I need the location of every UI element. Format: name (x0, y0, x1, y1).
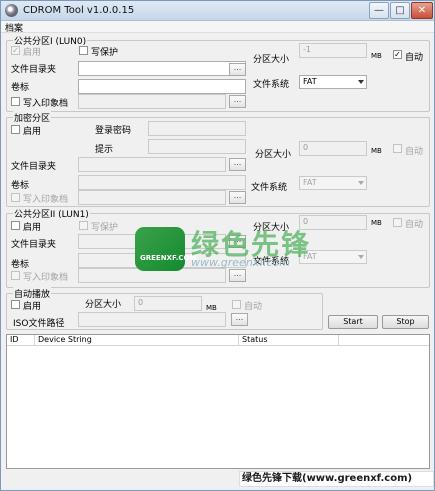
write-image-checkbox[interactable] (11, 97, 20, 106)
dir-label: 文件目录夹 (11, 65, 57, 75)
fs-label: 文件系统 (253, 80, 290, 90)
hint-field[interactable] (148, 139, 246, 154)
start-button[interactable]: Start (328, 315, 378, 329)
fs-select[interactable]: FAT (299, 176, 367, 190)
enable-checkbox[interactable] (11, 300, 20, 309)
auto-checkbox[interactable] (232, 300, 241, 309)
write-image-checkbox[interactable] (11, 193, 20, 202)
enable-checkbox[interactable]: ✓ (11, 46, 20, 55)
device-table[interactable]: ID Device String Status (6, 334, 430, 469)
enable-checkbox[interactable] (11, 125, 20, 134)
size-field[interactable]: 0 (134, 296, 202, 311)
write-image-label: 写入印象档 (23, 273, 69, 283)
menu-file[interactable]: 档案 (5, 21, 23, 34)
auto-checkbox[interactable]: ✓ (393, 50, 402, 59)
size-unit: MB (206, 304, 217, 312)
size-label: 分区大小 (253, 223, 290, 233)
image-field[interactable] (78, 190, 226, 205)
group-title: 加密分区 (13, 111, 52, 124)
browse-iso-button[interactable]: ... (231, 313, 248, 326)
menu-bar: 档案 (1, 21, 434, 34)
chevron-down-icon (358, 255, 364, 259)
stop-button[interactable]: Stop (382, 315, 429, 329)
fs-select[interactable]: FAT (299, 75, 367, 89)
fs-label: 文件系统 (251, 183, 288, 193)
browse-dir-button[interactable]: ... (229, 63, 246, 76)
enable-label: 启用 (23, 302, 42, 312)
minimize-button[interactable]: — (369, 2, 389, 19)
maximize-button[interactable]: □ (390, 2, 410, 19)
password-field[interactable] (148, 121, 246, 136)
column-header-status[interactable]: Status (239, 335, 339, 346)
browse-image-button[interactable]: ... (229, 191, 246, 204)
image-field[interactable] (78, 268, 226, 283)
chevron-down-icon (358, 181, 364, 185)
auto-checkbox[interactable] (393, 218, 402, 227)
group-title: 公共分区II (LUN1) (13, 207, 90, 220)
writeprotect-label: 写保护 (91, 48, 119, 58)
browse-dir-button[interactable]: ... (229, 158, 246, 171)
volume-label: 卷标 (11, 260, 30, 270)
window-title: CDROM Tool v1.0.0.15 (23, 5, 135, 16)
volume-field[interactable] (78, 253, 246, 268)
auto-label: 自动 (244, 302, 263, 312)
size-label: 分区大小 (85, 300, 122, 310)
title-bar[interactable]: CDROM Tool v1.0.0.15 — □ ✕ (1, 1, 434, 21)
fs-label: 文件系统 (253, 257, 290, 267)
fs-select[interactable]: FAT (299, 250, 367, 264)
auto-label: 自动 (405, 147, 424, 157)
write-image-label: 写入印象档 (23, 195, 69, 205)
dir-field[interactable] (78, 157, 226, 172)
dir-field[interactable] (78, 61, 246, 76)
hint-label: 提示 (95, 145, 114, 155)
volume-field[interactable] (78, 79, 246, 94)
writeprotect-label: 写保护 (91, 223, 119, 233)
watermark-banner: 绿色先锋下载(www.greenxf.com) (239, 471, 434, 487)
writeprotect-checkbox[interactable] (79, 221, 88, 230)
write-image-label: 写入印象档 (23, 99, 69, 109)
password-label: 登录密码 (95, 126, 132, 136)
browse-image-button[interactable]: ... (229, 269, 246, 282)
size-field[interactable]: 0 (299, 215, 367, 230)
dir-field[interactable] (78, 234, 226, 249)
enable-label: 启用 (23, 48, 42, 58)
browse-image-button[interactable]: ... (229, 95, 246, 108)
write-image-checkbox[interactable] (11, 271, 20, 280)
writeprotect-checkbox[interactable] (79, 46, 88, 55)
dir-label: 文件目录夹 (11, 240, 57, 250)
auto-label: 自动 (405, 220, 424, 230)
enable-label: 启用 (23, 223, 42, 233)
image-field[interactable] (78, 94, 226, 109)
size-unit: MB (371, 52, 382, 60)
size-label: 分区大小 (255, 150, 292, 160)
volume-label: 卷标 (11, 181, 30, 191)
column-header-device-string[interactable]: Device String (35, 335, 239, 346)
enable-checkbox[interactable] (11, 221, 20, 230)
browse-dir-button[interactable]: ... (229, 235, 246, 248)
auto-checkbox[interactable] (393, 144, 402, 153)
close-button[interactable]: ✕ (411, 2, 433, 19)
size-field[interactable]: 0 (299, 141, 367, 156)
dir-label: 文件目录夹 (11, 162, 57, 172)
auto-label: 自动 (405, 53, 424, 63)
size-label: 分区大小 (253, 55, 290, 65)
volume-field[interactable] (78, 175, 246, 190)
enable-label: 启用 (23, 127, 42, 137)
column-header-id[interactable]: ID (7, 335, 35, 346)
iso-path-label: ISO文件路径 (13, 319, 65, 329)
cdrom-icon (5, 4, 18, 17)
column-header-empty (339, 335, 429, 346)
app-window: CDROM Tool v1.0.0.15 — □ ✕ 档案 公共分区I (LUN… (0, 0, 435, 491)
iso-path-field[interactable] (78, 312, 226, 327)
volume-label: 卷标 (11, 83, 30, 93)
size-field[interactable]: -1 (299, 43, 367, 58)
chevron-down-icon (358, 80, 364, 84)
size-unit: MB (371, 147, 382, 155)
size-unit: MB (371, 219, 382, 227)
